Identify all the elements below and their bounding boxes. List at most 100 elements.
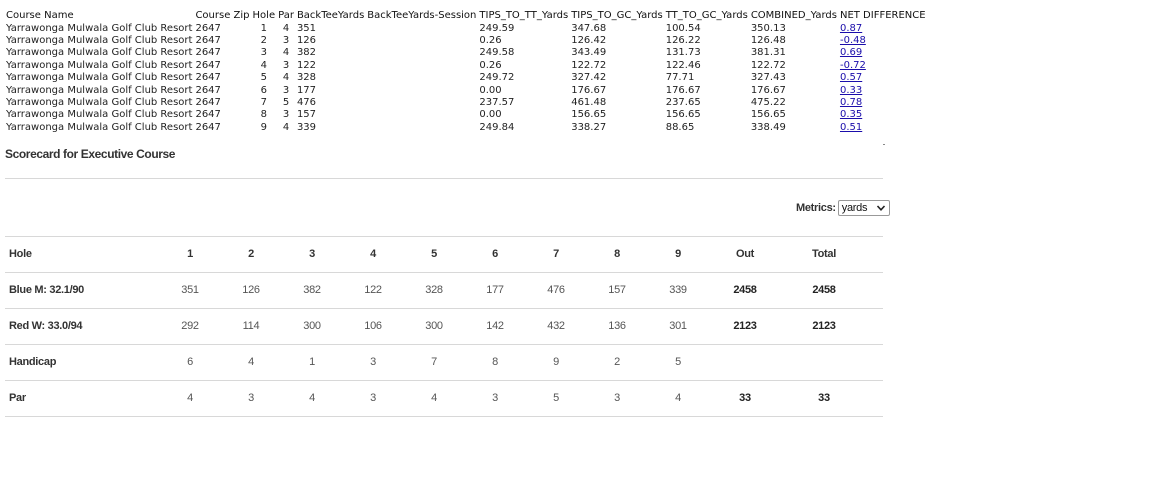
scorecard-cell: 177 bbox=[486, 284, 504, 296]
divider bbox=[5, 416, 883, 417]
table-cell: 8 bbox=[260, 109, 267, 121]
net-difference-link[interactable]: 0.57 bbox=[840, 72, 862, 83]
scorecard-cell: 33 bbox=[818, 392, 830, 404]
net-difference-link[interactable]: -0.48 bbox=[840, 35, 866, 46]
column-header: Course Name bbox=[6, 10, 74, 22]
scorecard-cell: 106 bbox=[364, 320, 382, 332]
table-cell: 4 bbox=[282, 72, 290, 84]
metrics-select[interactable]: yards bbox=[837, 200, 890, 216]
column-header: BackTeeYards-Session bbox=[367, 10, 477, 22]
table-cell: 328 bbox=[296, 72, 317, 84]
table-cell: 237.65 bbox=[665, 96, 701, 108]
table-row: Yarrawonga Mulwala Golf Club Resort 2647 9… bbox=[5, 122, 928, 134]
table-cell: 126.42 bbox=[571, 34, 607, 46]
table-cell: 131.73 bbox=[665, 47, 701, 59]
table-cell: Yarrawonga Mulwala Golf Club Resort bbox=[6, 96, 193, 108]
scorecard-cell: 6 bbox=[492, 248, 498, 260]
scorecard-row-label: Par bbox=[9, 392, 26, 404]
column-header: TIPS_TO_TT_Yards bbox=[479, 10, 569, 22]
metrics-select-value: yards bbox=[841, 202, 868, 214]
table-cell: 0.00 bbox=[479, 84, 502, 96]
table-cell: 2647 bbox=[195, 96, 221, 108]
table-cell: 338.27 bbox=[571, 121, 607, 133]
table-cell bbox=[366, 47, 478, 59]
scorecard-cell: 4 bbox=[675, 392, 681, 404]
table-cell: Yarrawonga Mulwala Golf Club Resort bbox=[6, 121, 193, 133]
table-cell: 122.72 bbox=[571, 59, 607, 71]
table-cell: 3 bbox=[260, 47, 267, 59]
table-cell bbox=[366, 84, 478, 96]
scorecard-cell: 8 bbox=[614, 248, 620, 260]
table-cell bbox=[366, 22, 478, 34]
scorecard-cell: 4 bbox=[309, 392, 315, 404]
table-cell: 249.59 bbox=[479, 22, 515, 34]
scorecard-cell: Total bbox=[812, 248, 836, 260]
table-cell: 126.22 bbox=[665, 34, 701, 46]
column-header: TIPS_TO_GC_Yards bbox=[571, 10, 663, 22]
table-cell: 350.13 bbox=[750, 22, 786, 34]
scorecard-row-label: Hole bbox=[9, 248, 32, 260]
scorecard-row-label: Handicap bbox=[9, 356, 57, 368]
table-cell: Yarrawonga Mulwala Golf Club Resort bbox=[6, 109, 193, 121]
divider bbox=[5, 178, 883, 179]
scorecard-cell: 4 bbox=[431, 392, 437, 404]
scorecard-cell: 33 bbox=[739, 392, 751, 404]
table-cell: 5 bbox=[260, 72, 267, 84]
net-difference-cell: 0.51 bbox=[839, 122, 928, 134]
scorecard-cell bbox=[804, 345, 844, 380]
net-difference-cell: 0.78 bbox=[839, 97, 928, 109]
scorecard-row-label: Red W: 33.0/94 bbox=[9, 320, 83, 332]
scorecard-cell: 351 bbox=[181, 284, 199, 296]
scorecard-cell: 432 bbox=[547, 320, 565, 332]
scorecard-cell: 3 bbox=[370, 356, 376, 368]
table-cell: Yarrawonga Mulwala Golf Club Resort bbox=[6, 84, 193, 96]
table-cell: 2647 bbox=[195, 109, 221, 121]
scorecard-cell: 300 bbox=[425, 320, 443, 332]
column-header: NET DIFFERENCE bbox=[839, 10, 926, 22]
scorecard-cell: 2 bbox=[614, 356, 620, 368]
scorecard-cell: 7 bbox=[431, 356, 437, 368]
table-cell: 126.48 bbox=[750, 34, 786, 46]
table-cell: 249.58 bbox=[479, 47, 515, 59]
column-header: Par bbox=[278, 10, 294, 22]
table-cell: 9 bbox=[260, 121, 267, 133]
scorecard-cell: 5 bbox=[553, 392, 559, 404]
table-cell: 382 bbox=[296, 47, 317, 59]
table-cell: 476 bbox=[296, 96, 317, 108]
scorecard-cell: 2458 bbox=[812, 284, 836, 296]
table-cell: Yarrawonga Mulwala Golf Club Resort bbox=[6, 59, 193, 71]
column-header: TT_TO_GC_Yards bbox=[665, 10, 748, 22]
scorecard-cell: 4 bbox=[370, 248, 376, 260]
table-cell: 2647 bbox=[195, 59, 221, 71]
net-difference-link[interactable]: -0.72 bbox=[840, 60, 866, 71]
net-difference-link[interactable]: 0.51 bbox=[840, 122, 862, 133]
net-difference-cell: 0.33 bbox=[839, 84, 928, 96]
table-cell bbox=[366, 35, 478, 47]
net-difference-link[interactable]: 0.78 bbox=[840, 97, 862, 108]
scorecard-cell: 4 bbox=[248, 356, 254, 368]
scorecard-cell: 2123 bbox=[733, 320, 757, 332]
net-difference-cell: 0.69 bbox=[839, 47, 928, 59]
table-cell bbox=[366, 97, 478, 109]
net-difference-link[interactable]: 0.35 bbox=[840, 109, 862, 120]
table-cell: 176.67 bbox=[665, 84, 701, 96]
table-cell: 7 bbox=[260, 96, 267, 108]
scorecard-cell: 142 bbox=[486, 320, 504, 332]
scroll-marker bbox=[883, 144, 885, 145]
scorecard-cell: 114 bbox=[242, 320, 260, 332]
scorecard-cell: 6 bbox=[187, 356, 193, 368]
scorecard-cell: 157 bbox=[608, 284, 626, 296]
metrics-label: Metrics: bbox=[796, 202, 836, 214]
net-difference-link[interactable]: 0.69 bbox=[840, 47, 862, 58]
net-difference-cell: 0.57 bbox=[839, 72, 928, 84]
metrics-control: Metrics: yards bbox=[796, 200, 890, 216]
table-cell: 3 bbox=[282, 84, 290, 96]
scorecard-cell: 9 bbox=[675, 248, 681, 260]
scorecard-row: Red W: 33.0/94 292 114 300 106 300 142 432 136 30… bbox=[5, 309, 883, 344]
net-difference-cell: -0.72 bbox=[839, 60, 928, 72]
scorecard-cell: 2123 bbox=[812, 320, 836, 332]
net-difference-link[interactable]: 0.87 bbox=[840, 23, 862, 34]
net-difference-link[interactable]: 0.33 bbox=[840, 85, 862, 96]
table-row: Yarrawonga Mulwala Golf Club Resort 2647 7… bbox=[5, 97, 928, 109]
table-cell: 351 bbox=[296, 22, 317, 34]
